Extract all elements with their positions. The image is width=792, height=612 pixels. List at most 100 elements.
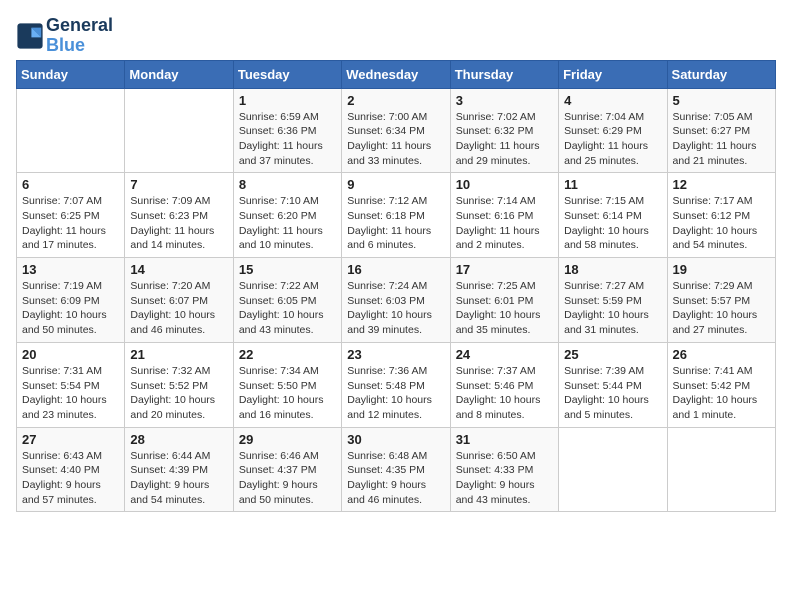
day-number: 5 [673,93,770,108]
calendar-cell: 16 Sunrise: 7:24 AM Sunset: 6:03 PM Dayli… [342,258,450,343]
day-number: 19 [673,262,770,277]
day-number: 22 [239,347,336,362]
calendar-cell: 5 Sunrise: 7:05 AM Sunset: 6:27 PM Daylig… [667,88,775,173]
day-info: Sunrise: 6:59 AM Sunset: 6:36 PM Dayligh… [239,110,336,169]
day-number: 31 [456,432,553,447]
day-info: Sunrise: 7:29 AM Sunset: 5:57 PM Dayligh… [673,279,770,338]
day-info: Sunrise: 7:04 AM Sunset: 6:29 PM Dayligh… [564,110,661,169]
calendar-cell: 24 Sunrise: 7:37 AM Sunset: 5:46 PM Dayli… [450,342,558,427]
day-number: 3 [456,93,553,108]
day-number: 10 [456,177,553,192]
day-number: 4 [564,93,661,108]
day-info: Sunrise: 7:00 AM Sunset: 6:34 PM Dayligh… [347,110,444,169]
calendar-cell: 11Sunrise: 7:15 AM Sunset: 6:14 PM Dayli… [559,173,667,258]
day-header-saturday: Saturday [667,60,775,88]
calendar-cell: 4 Sunrise: 7:04 AM Sunset: 6:29 PM Daylig… [559,88,667,173]
day-number: 2 [347,93,444,108]
calendar-cell: 26 Sunrise: 7:41 AM Sunset: 5:42 PM Dayli… [667,342,775,427]
calendar-cell: 3 Sunrise: 7:02 AM Sunset: 6:32 PM Daylig… [450,88,558,173]
day-info: Sunrise: 7:36 AM Sunset: 5:48 PM Dayligh… [347,364,444,423]
day-number: 15 [239,262,336,277]
calendar-cell: 25 Sunrise: 7:39 AM Sunset: 5:44 PM Dayli… [559,342,667,427]
calendar-cell: 14 Sunrise: 7:20 AM Sunset: 6:07 PM Dayli… [125,258,233,343]
day-number: 14 [130,262,227,277]
day-info: Sunrise: 7:17 AM Sunset: 6:12 PM Dayligh… [673,194,770,253]
day-info: Sunrise: 7:02 AM Sunset: 6:32 PM Dayligh… [456,110,553,169]
calendar-week-3: 13Sunrise: 7:19 AM Sunset: 6:09 PM Dayli… [17,258,776,343]
calendar-table: SundayMondayTuesdayWednesdayThursdayFrid… [16,60,776,513]
day-info: Sunrise: 7:22 AM Sunset: 6:05 PM Dayligh… [239,279,336,338]
day-header-wednesday: Wednesday [342,60,450,88]
page-header: General Blue [16,16,776,56]
calendar-cell [667,427,775,512]
day-number: 20 [22,347,119,362]
logo-icon [16,22,44,50]
calendar-cell: 31 Sunrise: 6:50 AM Sunset: 4:33 PM Dayli… [450,427,558,512]
calendar-cell: 27 Sunrise: 6:43 AM Sunset: 4:40 PM Dayli… [17,427,125,512]
day-header-monday: Monday [125,60,233,88]
day-info: Sunrise: 6:50 AM Sunset: 4:33 PM Dayligh… [456,449,553,508]
day-header-friday: Friday [559,60,667,88]
day-info: Sunrise: 7:09 AM Sunset: 6:23 PM Dayligh… [130,194,227,253]
day-info: Sunrise: 7:32 AM Sunset: 5:52 PM Dayligh… [130,364,227,423]
day-info: Sunrise: 7:05 AM Sunset: 6:27 PM Dayligh… [673,110,770,169]
calendar-cell: 22 Sunrise: 7:34 AM Sunset: 5:50 PM Dayli… [233,342,341,427]
calendar-cell: 12 Sunrise: 7:17 AM Sunset: 6:12 PM Dayli… [667,173,775,258]
day-number: 25 [564,347,661,362]
calendar-cell [17,88,125,173]
calendar-cell [559,427,667,512]
day-header-thursday: Thursday [450,60,558,88]
day-number: 7 [130,177,227,192]
day-info: Sunrise: 7:25 AM Sunset: 6:01 PM Dayligh… [456,279,553,338]
calendar-cell: 10 Sunrise: 7:14 AM Sunset: 6:16 PM Dayli… [450,173,558,258]
day-info: Sunrise: 6:43 AM Sunset: 4:40 PM Dayligh… [22,449,119,508]
calendar-cell: 8 Sunrise: 7:10 AM Sunset: 6:20 PM Daylig… [233,173,341,258]
calendar-cell: 1 Sunrise: 6:59 AM Sunset: 6:36 PM Daylig… [233,88,341,173]
logo: General Blue [16,16,113,56]
day-info: Sunrise: 7:20 AM Sunset: 6:07 PM Dayligh… [130,279,227,338]
day-info: Sunrise: 7:31 AM Sunset: 5:54 PM Dayligh… [22,364,119,423]
calendar-cell: 19 Sunrise: 7:29 AM Sunset: 5:57 PM Dayli… [667,258,775,343]
calendar-week-1: 1 Sunrise: 6:59 AM Sunset: 6:36 PM Daylig… [17,88,776,173]
logo-text: General Blue [46,16,113,56]
day-number: 24 [456,347,553,362]
calendar-cell: 7 Sunrise: 7:09 AM Sunset: 6:23 PM Daylig… [125,173,233,258]
calendar-cell: 6 Sunrise: 7:07 AM Sunset: 6:25 PM Daylig… [17,173,125,258]
day-info: Sunrise: 6:46 AM Sunset: 4:37 PM Dayligh… [239,449,336,508]
calendar-cell: 29 Sunrise: 6:46 AM Sunset: 4:37 PM Dayli… [233,427,341,512]
day-info: Sunrise: 7:41 AM Sunset: 5:42 PM Dayligh… [673,364,770,423]
calendar-cell: 15 Sunrise: 7:22 AM Sunset: 6:05 PM Dayli… [233,258,341,343]
day-info: Sunrise: 7:37 AM Sunset: 5:46 PM Dayligh… [456,364,553,423]
day-number: 26 [673,347,770,362]
day-number: 21 [130,347,227,362]
day-info: Sunrise: 6:44 AM Sunset: 4:39 PM Dayligh… [130,449,227,508]
calendar-cell: 20 Sunrise: 7:31 AM Sunset: 5:54 PM Dayli… [17,342,125,427]
calendar-cell: 2 Sunrise: 7:00 AM Sunset: 6:34 PM Daylig… [342,88,450,173]
day-number: 6 [22,177,119,192]
day-number: 1 [239,93,336,108]
day-info: Sunrise: 7:39 AM Sunset: 5:44 PM Dayligh… [564,364,661,423]
day-info: Sunrise: 7:34 AM Sunset: 5:50 PM Dayligh… [239,364,336,423]
calendar-cell: 21 Sunrise: 7:32 AM Sunset: 5:52 PM Dayli… [125,342,233,427]
day-info: Sunrise: 7:19 AM Sunset: 6:09 PM Dayligh… [22,279,119,338]
day-info: Sunrise: 7:10 AM Sunset: 6:20 PM Dayligh… [239,194,336,253]
day-info: Sunrise: 7:07 AM Sunset: 6:25 PM Dayligh… [22,194,119,253]
calendar-cell: 30Sunrise: 6:48 AM Sunset: 4:35 PM Dayli… [342,427,450,512]
calendar-cell: 17 Sunrise: 7:25 AM Sunset: 6:01 PM Dayli… [450,258,558,343]
calendar-header-row: SundayMondayTuesdayWednesdayThursdayFrid… [17,60,776,88]
calendar-cell: 18Sunrise: 7:27 AM Sunset: 5:59 PM Dayli… [559,258,667,343]
calendar-cell: 23Sunrise: 7:36 AM Sunset: 5:48 PM Dayli… [342,342,450,427]
day-info: Sunrise: 7:14 AM Sunset: 6:16 PM Dayligh… [456,194,553,253]
day-number: 29 [239,432,336,447]
day-number: 16 [347,262,444,277]
day-number: 12 [673,177,770,192]
day-number: 28 [130,432,227,447]
day-info: Sunrise: 7:24 AM Sunset: 6:03 PM Dayligh… [347,279,444,338]
day-number: 17 [456,262,553,277]
day-number: 8 [239,177,336,192]
day-number: 11 [564,177,661,192]
calendar-cell: 13Sunrise: 7:19 AM Sunset: 6:09 PM Dayli… [17,258,125,343]
day-info: Sunrise: 7:27 AM Sunset: 5:59 PM Dayligh… [564,279,661,338]
calendar-week-4: 20 Sunrise: 7:31 AM Sunset: 5:54 PM Dayli… [17,342,776,427]
day-number: 27 [22,432,119,447]
